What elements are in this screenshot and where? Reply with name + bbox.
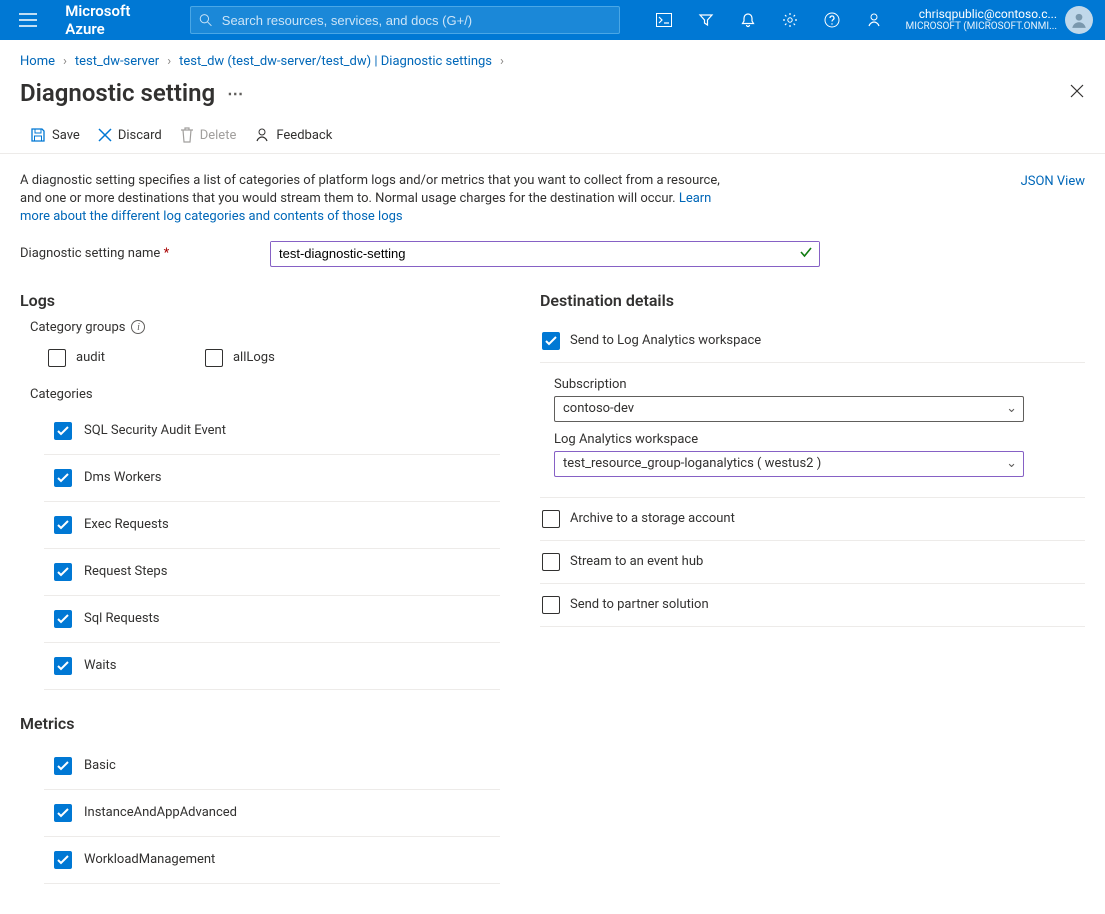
dest-eventhub-label: Stream to an event hub	[570, 554, 703, 569]
checkbox-audit-label: audit	[76, 350, 105, 365]
checkbox-exec-requests[interactable]	[54, 516, 72, 534]
setting-name-input-wrap[interactable]	[270, 241, 820, 267]
chevron-down-icon: ⌄	[1006, 401, 1017, 416]
delete-icon	[180, 127, 194, 143]
discard-button[interactable]: Discard	[98, 128, 162, 143]
search-input[interactable]	[220, 12, 611, 29]
help-icon[interactable]	[812, 0, 852, 40]
log-analytics-workspace-select[interactable]: test_resource_group-loganalytics ( westu…	[554, 451, 1024, 477]
page-title: Diagnostic setting ⋯	[20, 79, 244, 107]
json-view-link[interactable]: JSON View	[1021, 172, 1085, 189]
checkbox-partner-solution[interactable]	[542, 596, 560, 614]
account-menu[interactable]: chrisqpublic@contoso.c... MICROSOFT (MIC…	[906, 6, 1097, 34]
chevron-right-icon: ›	[500, 54, 504, 69]
close-button[interactable]	[1069, 83, 1085, 103]
chevron-down-icon: ⌄	[1006, 456, 1017, 471]
user-org: MICROSOFT (MICROSOFT.ONMI...	[906, 21, 1057, 32]
avatar	[1065, 6, 1093, 34]
destination-heading: Destination details	[540, 291, 1085, 310]
valid-icon	[799, 245, 813, 263]
checkbox-workload-management[interactable]	[54, 851, 72, 869]
breadcrumb-item[interactable]: test_dw-server	[75, 54, 159, 69]
info-icon[interactable]: i	[131, 320, 145, 334]
notifications-icon[interactable]	[728, 0, 768, 40]
checkbox-send-to-log-analytics[interactable]	[542, 332, 560, 350]
dest-archive-label: Archive to a storage account	[570, 511, 735, 526]
save-button[interactable]: Save	[30, 127, 80, 143]
checkbox-sql-security-audit-event[interactable]	[54, 422, 72, 440]
category-groups-label: Category groups i	[30, 320, 500, 335]
brand-label[interactable]: Microsoft Azure	[59, 2, 177, 38]
checkbox-request-steps[interactable]	[54, 563, 72, 581]
metric-label: WorkloadManagement	[84, 852, 215, 867]
checkbox-audit[interactable]	[48, 349, 66, 367]
description-body: A diagnostic setting specifies a list of…	[20, 173, 720, 206]
metric-label: Basic	[84, 758, 116, 773]
chevron-right-icon: ›	[63, 54, 67, 69]
command-bar: Save Discard Delete Feedback	[0, 119, 1105, 154]
save-icon	[30, 127, 46, 143]
delete-label: Delete	[200, 128, 237, 143]
global-search[interactable]	[190, 6, 620, 34]
feedback-header-icon[interactable]	[854, 0, 894, 40]
delete-button: Delete	[180, 127, 237, 143]
checkbox-dms-workers[interactable]	[54, 469, 72, 487]
breadcrumb-item[interactable]: Home	[20, 54, 55, 69]
feedback-button[interactable]: Feedback	[254, 127, 332, 143]
chevron-right-icon: ›	[167, 54, 171, 69]
setting-name-label: Diagnostic setting name *	[20, 246, 250, 261]
checkbox-alllogs-label: allLogs	[233, 350, 275, 365]
logs-heading: Logs	[20, 291, 500, 310]
checkbox-archive-storage[interactable]	[542, 510, 560, 528]
checkbox-basic[interactable]	[54, 757, 72, 775]
metric-label: InstanceAndAppAdvanced	[84, 805, 237, 820]
category-label: Waits	[84, 658, 117, 673]
discard-label: Discard	[118, 128, 162, 143]
dest-partner-label: Send to partner solution	[570, 597, 709, 612]
subscription-select[interactable]: contoso-dev ⌄	[554, 396, 1024, 422]
description-text: A diagnostic setting specifies a list of…	[20, 172, 720, 227]
category-label: Exec Requests	[84, 517, 169, 532]
checkbox-sql-requests[interactable]	[54, 610, 72, 628]
breadcrumb: Home › test_dw-server › test_dw (test_dw…	[0, 40, 1105, 73]
settings-icon[interactable]	[770, 0, 810, 40]
category-label: Request Steps	[84, 564, 167, 579]
category-label: Sql Requests	[84, 611, 160, 626]
search-icon	[199, 13, 212, 27]
category-label: SQL Security Audit Event	[84, 423, 226, 438]
checkbox-waits[interactable]	[54, 657, 72, 675]
setting-name-input[interactable]	[271, 242, 819, 265]
more-actions-icon[interactable]: ⋯	[227, 84, 244, 103]
category-label: Dms Workers	[84, 470, 162, 485]
checkbox-instance-and-app-advanced[interactable]	[54, 804, 72, 822]
menu-icon[interactable]	[8, 0, 47, 40]
cloud-shell-icon[interactable]	[644, 0, 684, 40]
filter-icon[interactable]	[686, 0, 726, 40]
dest-la-label: Send to Log Analytics workspace	[570, 333, 761, 348]
page-title-text: Diagnostic setting	[20, 79, 215, 107]
feedback-icon	[254, 127, 270, 143]
checkbox-event-hub[interactable]	[542, 553, 560, 571]
save-label: Save	[52, 128, 80, 143]
law-value: test_resource_group-loganalytics ( westu…	[563, 456, 821, 471]
feedback-label: Feedback	[276, 128, 332, 143]
subscription-value: contoso-dev	[563, 401, 634, 416]
subscription-label: Subscription	[554, 377, 1085, 392]
page-title-bar: Diagnostic setting ⋯	[0, 73, 1105, 119]
user-email: chrisqpublic@contoso.c...	[906, 8, 1057, 21]
law-label: Log Analytics workspace	[554, 432, 1085, 447]
discard-icon	[98, 128, 112, 142]
breadcrumb-item[interactable]: test_dw (test_dw-server/test_dw) | Diagn…	[179, 54, 492, 69]
categories-label: Categories	[30, 387, 500, 402]
global-header: Microsoft Azure chrisqpublic@contoso.c..…	[0, 0, 1105, 40]
checkbox-alllogs[interactable]	[205, 349, 223, 367]
metrics-heading: Metrics	[20, 714, 500, 733]
